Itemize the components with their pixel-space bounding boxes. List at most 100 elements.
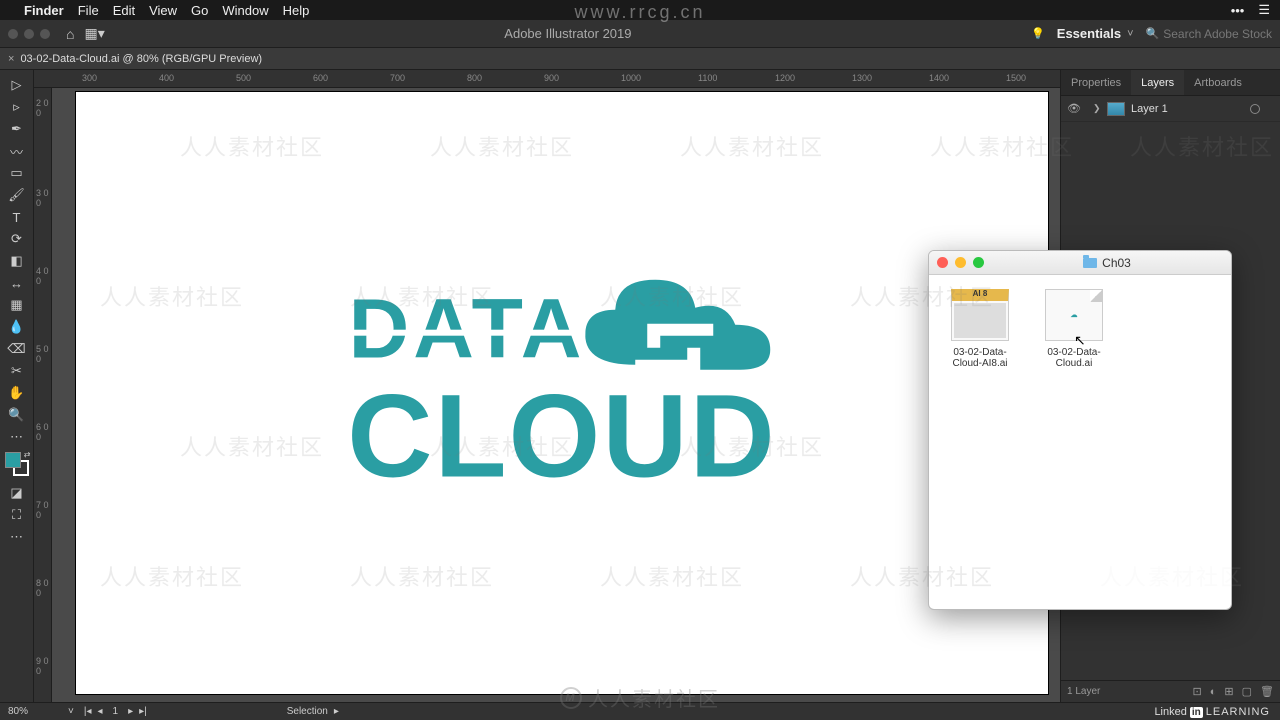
ruler-tick: 800: [467, 73, 482, 83]
data-cloud-logo[interactable]: DATA CLOUD: [347, 270, 777, 490]
locate-object-icon[interactable]: ⊡: [1193, 685, 1202, 698]
artboard[interactable]: DATA CLOUD: [76, 92, 1048, 694]
layer-row[interactable]: 👁 ❯ Layer 1: [1061, 96, 1280, 122]
menu-view[interactable]: View: [149, 3, 177, 18]
zoom-level[interactable]: 80%: [8, 706, 68, 717]
menubar-list-icon[interactable]: ☰: [1258, 2, 1270, 18]
shape-builder-tool[interactable]: ◧: [3, 250, 31, 272]
toolbox-more[interactable]: ⋯: [3, 426, 31, 448]
finder-minimize-icon[interactable]: [955, 257, 966, 268]
statusbar: 80% ˅ |◂ ◂ 1 ▸ ▸| Selection ▸ Linked in …: [0, 702, 1280, 720]
rotate-tool[interactable]: ⟳: [3, 228, 31, 250]
fill-swatch[interactable]: [5, 452, 21, 468]
ruler-tick: 1500: [1006, 73, 1026, 83]
finder-window[interactable]: Ch03 03-02-Data-Cloud-AI8.ai ☁ 03-02-Dat…: [928, 250, 1232, 610]
menu-edit[interactable]: Edit: [113, 3, 135, 18]
ruler-vertical[interactable]: 2 0 0 3 0 0 4 0 0 5 0 0 6 0 0 7 0 0 8 0 …: [34, 88, 52, 702]
eyedropper-tool[interactable]: 💧: [3, 316, 31, 338]
app-title: Adobe Illustrator 2019: [105, 26, 1031, 41]
tab-properties[interactable]: Properties: [1061, 70, 1131, 95]
finder-zoom-icon[interactable]: [973, 257, 984, 268]
eraser-tool[interactable]: ⌫: [3, 338, 31, 360]
ruler-tick: 8 0 0: [36, 578, 51, 598]
file-item[interactable]: ☁ 03-02-Data-Cloud.ai: [1037, 289, 1111, 369]
width-tool[interactable]: ↔: [3, 272, 31, 294]
screen-mode-icon[interactable]: ⛶: [3, 504, 31, 526]
new-layer-icon[interactable]: ▢: [1242, 685, 1252, 698]
chevron-down-icon[interactable]: ˅: [1127, 28, 1133, 40]
visibility-icon[interactable]: 👁: [1067, 102, 1083, 115]
finder-titlebar[interactable]: Ch03: [929, 251, 1231, 275]
tab-artboards[interactable]: Artboards: [1184, 70, 1252, 95]
search-input[interactable]: Search Adobe Stock: [1163, 27, 1272, 41]
edit-toolbar-icon[interactable]: ⋯: [3, 526, 31, 548]
discover-icon[interactable]: 💡: [1031, 27, 1045, 40]
arrange-documents-button[interactable]: ▦▾: [84, 25, 104, 42]
gradient-tool[interactable]: ▦: [3, 294, 31, 316]
curvature-tool[interactable]: 〰: [3, 140, 31, 162]
window-minimize-icon[interactable]: [24, 29, 34, 39]
ruler-tick: 5 0 0: [36, 344, 51, 364]
status-dropdown-icon[interactable]: ▸: [334, 706, 339, 717]
file-name: 03-02-Data-Cloud.ai: [1037, 347, 1111, 369]
home-button[interactable]: ⌂: [66, 26, 74, 42]
illustrator-topbar: ⌂ ▦▾ Adobe Illustrator 2019 💡 Essentials…: [0, 20, 1280, 48]
artboard-nav-last[interactable]: ▸|: [139, 706, 147, 717]
mac-menubar: Finder File Edit View Go Window Help •••…: [0, 0, 1280, 20]
file-item[interactable]: 03-02-Data-Cloud-AI8.ai: [943, 289, 1017, 369]
layer-thumbnail: [1107, 102, 1125, 116]
hand-tool[interactable]: ✋: [3, 382, 31, 404]
close-tab-icon[interactable]: ×: [8, 53, 14, 65]
window-zoom-icon[interactable]: [40, 29, 50, 39]
menu-help[interactable]: Help: [283, 3, 310, 18]
expand-layer-icon[interactable]: ❯: [1093, 103, 1107, 114]
logo-text-data: DATA: [349, 294, 586, 365]
color-mode-icon[interactable]: ◪: [3, 482, 31, 504]
finder-content[interactable]: 03-02-Data-Cloud-AI8.ai ☁ 03-02-Data-Clo…: [929, 275, 1231, 383]
file-thumbnail-ai: ☁: [1045, 289, 1103, 341]
delete-layer-icon[interactable]: 🗑: [1260, 685, 1274, 698]
pen-tool[interactable]: ✒: [3, 118, 31, 140]
fill-stroke-control[interactable]: ⇄: [5, 452, 29, 476]
type-tool[interactable]: T: [3, 206, 31, 228]
ruler-tick: 7 0 0: [36, 500, 51, 520]
ruler-tick: 1100: [698, 73, 717, 83]
status-mode[interactable]: Selection: [287, 706, 328, 717]
target-icon[interactable]: [1250, 104, 1260, 114]
menu-file[interactable]: File: [78, 3, 99, 18]
make-clipping-mask-icon[interactable]: ◐: [1210, 686, 1217, 698]
ruler-tick: 1200: [775, 73, 795, 83]
document-tab[interactable]: × 03-02-Data-Cloud.ai @ 80% (RGB/GPU Pre…: [0, 48, 1280, 70]
search-icon[interactable]: 🔍: [1146, 27, 1160, 40]
tab-layers[interactable]: Layers: [1131, 70, 1184, 95]
artboard-nav-first[interactable]: |◂: [84, 706, 92, 717]
ruler-tick: 4 0 0: [36, 266, 51, 286]
artboard-number[interactable]: 1: [113, 706, 119, 717]
finder-close-icon[interactable]: [937, 257, 948, 268]
layer-name[interactable]: Layer 1: [1131, 103, 1250, 115]
artboard-tool[interactable]: ✂: [3, 360, 31, 382]
artboard-nav-prev[interactable]: ◂: [97, 706, 102, 717]
document-tab-label: 03-02-Data-Cloud.ai @ 80% (RGB/GPU Previ…: [20, 53, 262, 65]
new-sublayer-icon[interactable]: ⊞: [1224, 685, 1233, 698]
zoom-dropdown-icon[interactable]: ˅: [68, 706, 74, 717]
paintbrush-tool[interactable]: 🖌: [3, 184, 31, 206]
ruler-tick: 300: [82, 73, 97, 83]
menu-go[interactable]: Go: [191, 3, 208, 18]
artboard-nav-next[interactable]: ▸: [128, 706, 133, 717]
canvas[interactable]: DATA CLOUD: [52, 88, 1060, 702]
file-name: 03-02-Data-Cloud-AI8.ai: [943, 347, 1017, 369]
ruler-horizontal[interactable]: 300 400 500 600 700 800 900 1000 1100 12…: [34, 70, 1060, 88]
menu-window[interactable]: Window: [222, 3, 268, 18]
swap-fill-stroke-icon[interactable]: ⇄: [24, 450, 31, 459]
direct-selection-tool[interactable]: ▹: [3, 96, 31, 118]
window-close-icon[interactable]: [8, 29, 18, 39]
zoom-tool[interactable]: 🔍: [3, 404, 31, 426]
selection-tool[interactable]: ▷: [3, 74, 31, 96]
finder-app-menu[interactable]: Finder: [24, 3, 64, 18]
menubar-dots-icon[interactable]: •••: [1231, 3, 1245, 18]
rectangle-tool[interactable]: ▭: [3, 162, 31, 184]
ruler-tick: 9 0 0: [36, 656, 51, 676]
file-thumbnail-ai8: [951, 289, 1009, 341]
workspace-switcher[interactable]: Essentials: [1057, 26, 1121, 41]
